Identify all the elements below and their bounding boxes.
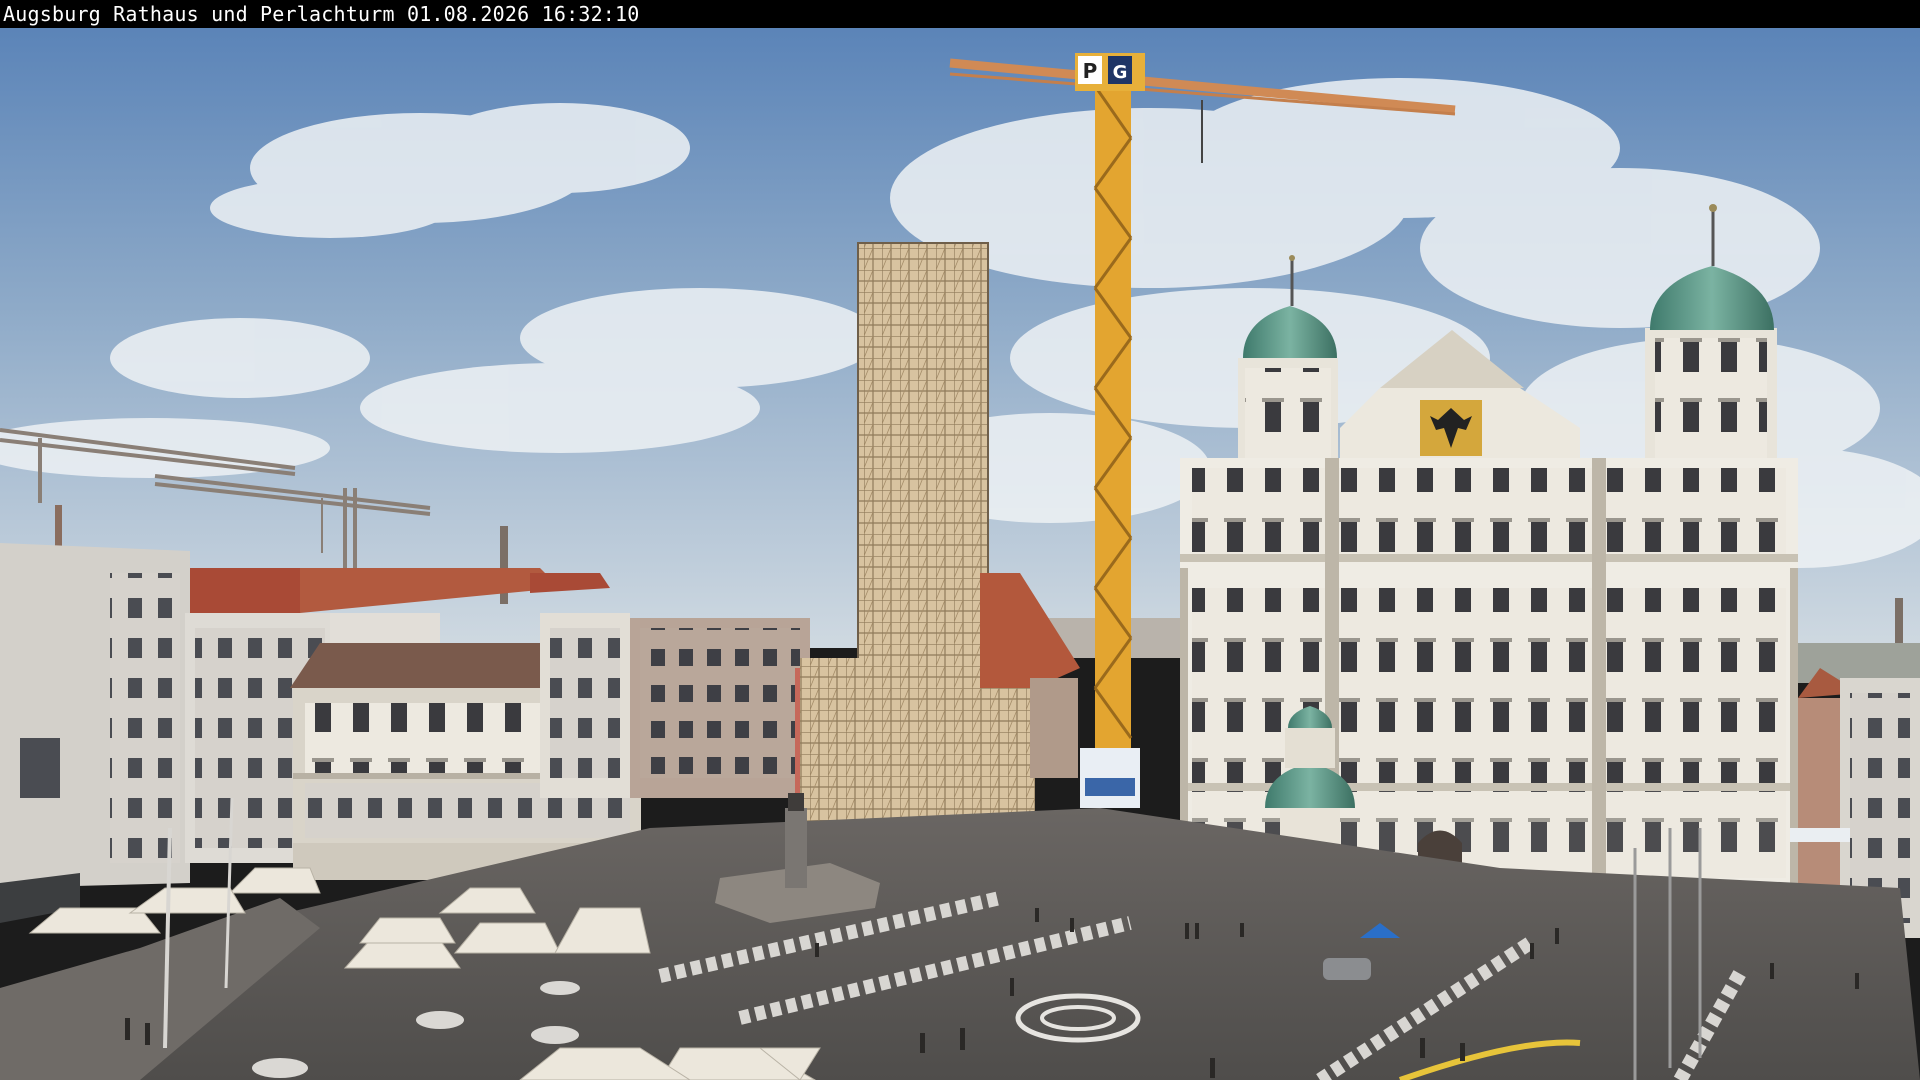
midrise-buildings	[540, 613, 830, 798]
webcam-image: P G	[0, 28, 1920, 1080]
camera-caption-bar: Augsburg Rathaus und Perlachturm 01.08.2…	[0, 0, 1920, 28]
left-office-building	[0, 543, 190, 923]
crane-sign-letter: P	[1083, 59, 1098, 83]
crane-sign-number: G	[1113, 62, 1128, 83]
camera-caption: Augsburg Rathaus und Perlachturm 01.08.2…	[3, 2, 640, 26]
